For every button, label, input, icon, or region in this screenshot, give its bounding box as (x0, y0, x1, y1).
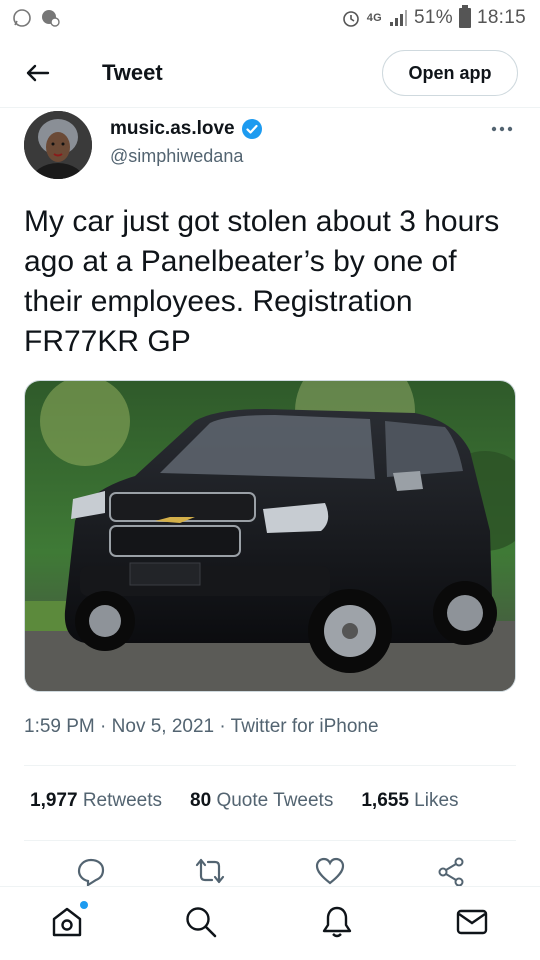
divider (24, 765, 516, 766)
divider (24, 840, 516, 841)
author-name[interactable]: music.as.love (110, 118, 235, 140)
status-bar: 4G 51% 18:15 (0, 0, 540, 40)
quotes-stat[interactable]: 80 Quote Tweets (190, 790, 333, 812)
search-icon (186, 907, 217, 938)
nav-notifications[interactable] (320, 905, 354, 939)
alarm-icon (342, 11, 359, 27)
whatsapp-icon (13, 9, 31, 27)
home-icon (52, 907, 82, 937)
retweets-label: Retweets (82, 790, 163, 811)
home-notification-dot (80, 901, 88, 909)
bell-icon (322, 906, 352, 938)
retweets-count: 1,977 (30, 790, 78, 811)
open-app-button[interactable]: Open app (382, 50, 518, 96)
likes-label: Likes (414, 790, 459, 811)
tweet-timestamp: 1:59 PM · Nov 5, 2021 · Twitter for iPho… (24, 716, 379, 737)
bottom-navigation (0, 886, 540, 960)
share-icon[interactable] (436, 856, 466, 886)
tweet-image[interactable] (24, 380, 516, 692)
top-bar: Tweet Open app (0, 40, 540, 108)
tweet-time[interactable]: 1:59 PM (24, 716, 95, 737)
reply-icon[interactable] (76, 856, 106, 886)
network-type: 4G (366, 11, 383, 24)
tweet-source[interactable]: Twitter for iPhone (231, 716, 379, 737)
quotes-label: Quote Tweets (216, 790, 334, 811)
verified-badge-icon (241, 119, 262, 139)
page-title: Tweet (102, 60, 163, 85)
nav-home[interactable] (50, 901, 88, 939)
tweet-text: My car just got stolen about 3 hours ago… (24, 205, 500, 358)
signal-icon (390, 10, 408, 26)
battery-percent: 51% (414, 7, 453, 28)
tweet-stats: 1,977 Retweets 80 Quote Tweets 1,655 Lik… (30, 790, 487, 812)
app-notification-icon (42, 10, 60, 27)
nav-messages[interactable] (455, 905, 489, 939)
clock: 18:15 (476, 7, 526, 28)
avatar[interactable] (24, 111, 92, 179)
tweet-actions (0, 856, 540, 886)
more-icon[interactable] (490, 124, 514, 134)
retweet-icon[interactable] (195, 856, 225, 886)
likes-stat[interactable]: 1,655 Likes (361, 790, 458, 812)
car-photo (25, 381, 515, 691)
author-handle[interactable]: @simphiwedana (110, 146, 243, 167)
battery-icon (458, 5, 471, 28)
avatar-image (24, 111, 92, 179)
arrow-left-icon[interactable] (22, 58, 52, 88)
quotes-count: 80 (190, 790, 212, 811)
mail-icon (456, 909, 488, 935)
retweets-stat[interactable]: 1,977 Retweets (30, 790, 162, 812)
likes-count: 1,655 (361, 790, 409, 811)
nav-search[interactable] (184, 905, 218, 939)
tweet-date[interactable]: Nov 5, 2021 (112, 716, 214, 737)
heart-icon[interactable] (315, 856, 345, 886)
